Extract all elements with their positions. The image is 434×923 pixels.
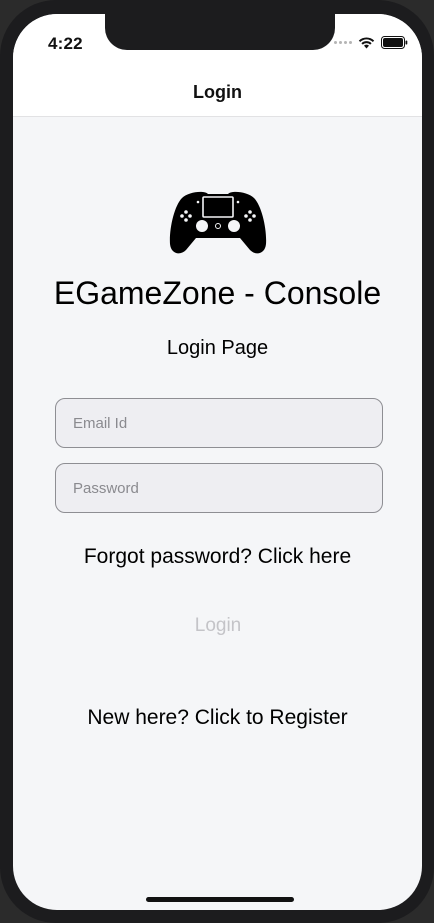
wifi-icon: [358, 36, 375, 48]
login-page-subtitle: Login Page: [166, 337, 269, 359]
forgot-password-link[interactable]: Forgot password? Click here: [13, 545, 422, 569]
app-title: EGameZone - Console: [53, 275, 382, 311]
email-input[interactable]: [55, 398, 383, 448]
register-link[interactable]: New here? Click to Register: [13, 706, 422, 730]
home-indicator: [146, 897, 294, 902]
signal-dots-icon: [334, 41, 352, 44]
battery-icon: [381, 36, 408, 49]
password-input[interactable]: [55, 463, 383, 513]
screen: 4:22 Login EGameZone - Console Login Pag…: [13, 14, 422, 910]
navigation-bar: Login: [13, 68, 422, 117]
nav-title: Login: [193, 81, 242, 102]
login-button[interactable]: Login: [168, 609, 268, 643]
status-icons: [334, 36, 408, 49]
device-notch: [105, 14, 335, 50]
status-time: 4:22: [48, 34, 83, 53]
status-bar: 4:22: [13, 14, 422, 68]
phone-frame: 4:22 Login EGameZone - Console Login Pag…: [0, 0, 434, 923]
gamepad-icon: [168, 190, 268, 256]
